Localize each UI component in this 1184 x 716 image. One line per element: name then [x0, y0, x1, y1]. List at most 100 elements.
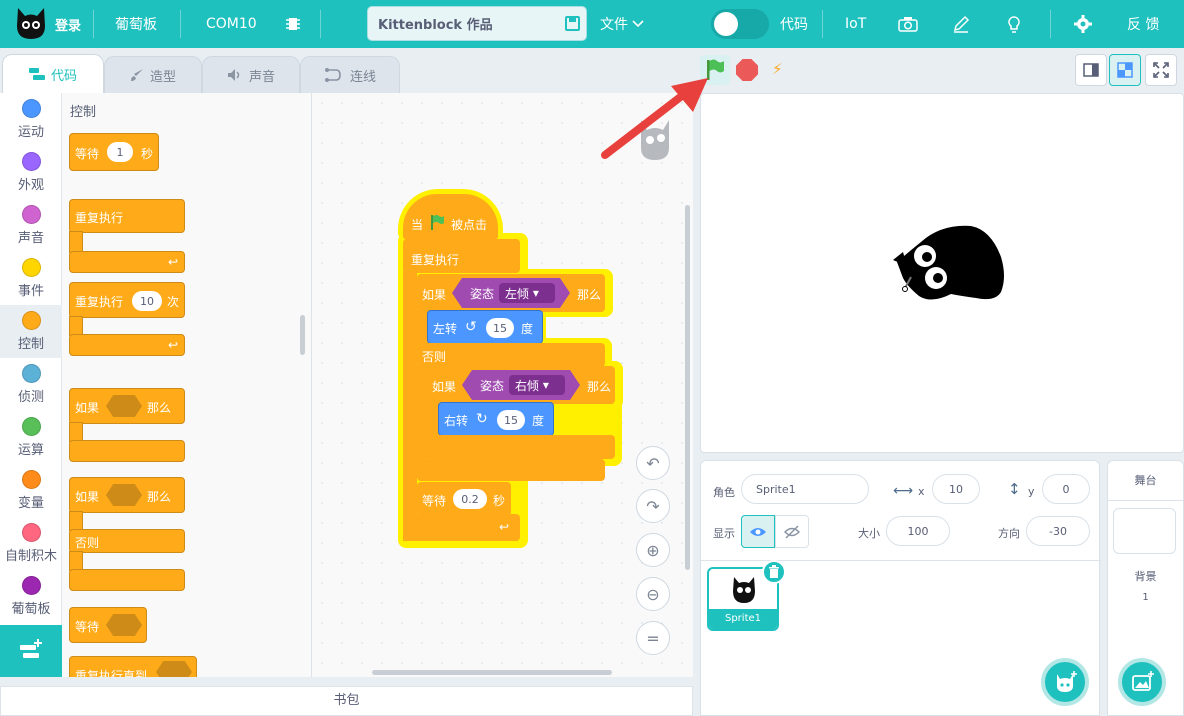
- category-looks[interactable]: 外观: [0, 146, 62, 199]
- tab-code[interactable]: 代码: [2, 54, 104, 93]
- category-operators[interactable]: 运算: [0, 411, 62, 464]
- condition-slot[interactable]: [156, 661, 192, 677]
- save-icon[interactable]: [565, 16, 580, 31]
- block-wait-until[interactable]: 等待: [69, 607, 147, 643]
- port-menu[interactable]: COM10: [206, 0, 257, 48]
- sprite-panel: 角色 Sprite1 ⟷ x 10 ↕ y 0 显示 大小 100 方向 -30…: [700, 460, 1101, 716]
- x-input[interactable]: 10: [932, 474, 980, 504]
- cat-sprite[interactable]: [891, 222, 1006, 307]
- attitude-condition[interactable]: 姿态 右倾 ▾: [462, 370, 580, 400]
- redo-button[interactable]: ↷: [636, 489, 670, 523]
- tab-costumes[interactable]: 造型: [104, 56, 202, 93]
- zoom-out-button[interactable]: ⊖: [636, 577, 670, 611]
- y-label: y: [1028, 485, 1035, 498]
- small-stage-button[interactable]: [1075, 54, 1107, 86]
- category-events[interactable]: 事件: [0, 252, 62, 305]
- add-backdrop-button[interactable]: [1118, 658, 1166, 706]
- board-menu[interactable]: 葡萄板: [115, 0, 157, 48]
- looks-dot-icon: [21, 152, 41, 171]
- stop-button[interactable]: [736, 59, 758, 81]
- category-sensing[interactable]: 侦测: [0, 358, 62, 411]
- trash-icon: [769, 565, 779, 578]
- hide-sprite-button[interactable]: [775, 515, 809, 548]
- block-repeat-until[interactable]: 重复执行直到: [69, 656, 197, 677]
- palette-scrollbar[interactable]: [300, 315, 305, 355]
- events-dot-icon: [21, 258, 41, 277]
- feedback-button[interactable]: 反 馈: [1127, 0, 1159, 48]
- y-input[interactable]: 0: [1042, 474, 1090, 504]
- stage-selector-panel[interactable]: 舞台 背景 1: [1107, 460, 1184, 716]
- code-workspace[interactable]: 当 被点击 重复执行 如果 姿态 左倾 ▾ 那么 左转 ↺ 15 度 否则 如果…: [312, 93, 693, 677]
- repeat-input[interactable]: 10: [132, 291, 162, 311]
- chevron-down-icon: [632, 20, 644, 28]
- size-input[interactable]: 100: [886, 516, 950, 546]
- wait-input[interactable]: 1: [107, 142, 133, 162]
- zoom-in-button[interactable]: ⊕: [636, 533, 670, 567]
- category-motion[interactable]: 运动: [0, 93, 62, 146]
- condition-slot[interactable]: [106, 484, 142, 506]
- when-flag-clicked-block[interactable]: 当 被点击: [403, 194, 498, 240]
- code-mode-toggle[interactable]: [711, 9, 769, 39]
- project-title-input[interactable]: Kittenblock 作品: [367, 6, 587, 41]
- category-variables[interactable]: 变量: [0, 464, 62, 517]
- category-my-blocks[interactable]: 自制积木: [0, 517, 62, 570]
- wait-input[interactable]: 0.2: [453, 489, 487, 509]
- ifelse-arm: [69, 511, 83, 531]
- turn-left-block[interactable]: 左转 ↺ 15 度: [427, 310, 543, 344]
- condition-slot[interactable]: [106, 614, 142, 636]
- chip-icon[interactable]: [286, 0, 300, 48]
- add-sprite-button[interactable]: [1041, 658, 1089, 706]
- file-menu[interactable]: 文件: [600, 0, 644, 48]
- workspace-vertical-scrollbar[interactable]: [685, 205, 690, 570]
- login-button[interactable]: 登录: [55, 0, 81, 48]
- right-tilt-dropdown[interactable]: 右倾 ▾: [509, 375, 565, 395]
- normal-stage-button[interactable]: [1109, 54, 1141, 86]
- sprite-info: 角色 Sprite1 ⟷ x 10 ↕ y 0 显示 大小 100 方向 -30: [701, 461, 1101, 561]
- category-sound[interactable]: 声音: [0, 199, 62, 252]
- normal-stage-icon: [1117, 62, 1133, 78]
- turn-left-input[interactable]: 15: [486, 318, 514, 338]
- turn-right-block[interactable]: 右转 ↻ 15 度: [438, 402, 554, 436]
- gear-icon[interactable]: [1074, 0, 1092, 48]
- kittenblock-logo[interactable]: [14, 0, 52, 48]
- workspace-horizontal-scrollbar[interactable]: [372, 670, 612, 675]
- left-tilt-dropdown[interactable]: 左倾 ▾: [499, 283, 555, 303]
- category-label: 外观: [17, 178, 44, 193]
- stage-thumbnail[interactable]: [1113, 508, 1176, 554]
- block-text: 姿态: [470, 286, 495, 301]
- sprite-name-input[interactable]: Sprite1: [741, 474, 869, 504]
- iot-menu[interactable]: IoT: [845, 0, 866, 48]
- delete-sprite-button[interactable]: [762, 560, 786, 584]
- condition-slot[interactable]: [106, 395, 142, 417]
- block-wait[interactable]: 等待 1 秒: [69, 133, 159, 171]
- block-text: 右转: [444, 414, 469, 428]
- stage-canvas[interactable]: [700, 93, 1184, 453]
- code-toggle-label[interactable]: 代码: [780, 0, 808, 48]
- tab-sounds[interactable]: 声音: [202, 56, 300, 93]
- lightbulb-icon[interactable]: [1005, 0, 1023, 48]
- add-extension-button[interactable]: [0, 625, 62, 677]
- turbo-lightning-icon[interactable]: ⚡: [772, 60, 783, 78]
- tab-wiring[interactable]: 连线: [300, 56, 400, 93]
- direction-label: 方向: [998, 527, 1020, 540]
- if-left-tilt-block[interactable]: 如果 姿态 左倾 ▾ 那么: [417, 274, 605, 312]
- forever-block[interactable]: 重复执行: [403, 239, 520, 273]
- attitude-condition[interactable]: 姿态 左倾 ▾: [452, 278, 570, 308]
- wait-block[interactable]: 等待 0.2 秒: [417, 482, 511, 516]
- show-visible-button[interactable]: [741, 515, 775, 548]
- category-board[interactable]: 葡萄板: [0, 570, 62, 623]
- block-text: 当: [411, 218, 424, 232]
- fullscreen-button[interactable]: [1145, 54, 1177, 86]
- direction-input[interactable]: -30: [1026, 516, 1090, 546]
- turn-right-input[interactable]: 15: [497, 410, 525, 430]
- category-control[interactable]: 控制: [0, 305, 62, 358]
- backpack-bar[interactable]: 书包: [0, 686, 693, 716]
- pencil-icon[interactable]: [952, 0, 970, 48]
- camera-icon[interactable]: [898, 0, 918, 48]
- forever-top: 重复执行: [69, 199, 185, 233]
- zoom-reset-button[interactable]: =: [636, 621, 670, 655]
- if-right-tilt-block[interactable]: 如果 姿态 右倾 ▾ 那么: [427, 366, 615, 404]
- toggle-knob: [714, 12, 738, 36]
- operators-dot-icon: [21, 417, 41, 436]
- undo-button[interactable]: ↶: [636, 446, 670, 480]
